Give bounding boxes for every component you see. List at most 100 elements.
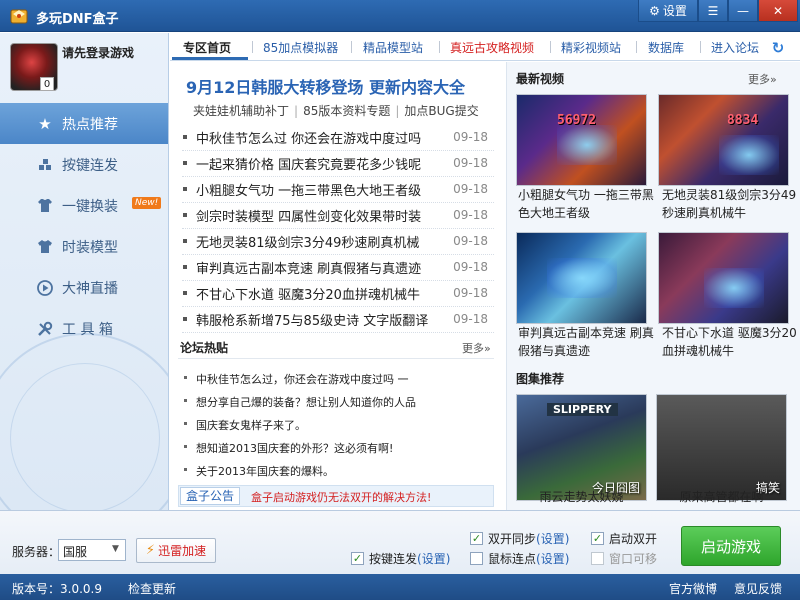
forum-title[interactable]: 想知道2013国庆套的外形？这必须有啊! [196, 440, 393, 456]
video-more-link[interactable]: 更多» [748, 71, 777, 87]
minimize-button[interactable]: — [728, 0, 758, 22]
sublink[interactable]: 夹娃娃机辅助补丁 [193, 104, 289, 118]
news-title[interactable]: 不甘心下水道 驱魔3分20血拼魂机械牛 [196, 284, 420, 303]
active-tab-indicator [172, 57, 248, 60]
weibo-link[interactable]: 官方微博 [669, 580, 717, 597]
tab-forum[interactable]: 进入论坛 [711, 39, 759, 56]
list-item[interactable]: 一起来猜价格 国庆套究竟要花多少钱呢 09-18 [182, 151, 494, 177]
forum-title[interactable]: 关于2013年国庆套的爆料。 [196, 463, 334, 479]
forum-title[interactable]: 想分享自己爆的装备？想让别人知道你的人品 [196, 394, 416, 410]
checkbox-box[interactable]: ✓ [351, 552, 364, 565]
tab-divider [439, 41, 440, 53]
video-thumbnail[interactable]: 56972 [516, 94, 647, 186]
avatar-badge: 0 [40, 77, 54, 91]
feedback-link[interactable]: 意见反馈 [734, 580, 782, 597]
video-thumbnail[interactable] [516, 232, 647, 324]
list-item[interactable]: 中秋佳节怎么过，你还会在游戏中度过吗 一 [182, 368, 494, 391]
list-item[interactable]: 不甘心下水道 驱魔3分20血拼魂机械牛 09-18 [182, 281, 494, 307]
tab-video-site[interactable]: 精彩视频站 [561, 39, 621, 56]
gallery-caption[interactable]: 雨云走势太妖娆 [516, 488, 647, 505]
news-title[interactable]: 小粗腿女气功 一拖三带黑色大地王者级 [196, 180, 421, 199]
list-item[interactable]: 剑宗时装模型 四属性剑变化效果带时装 09-18 [182, 203, 494, 229]
sidebar-item-fashion-model[interactable]: 时装模型 [0, 226, 168, 267]
news-title[interactable]: 韩服枪系新增75与85级史诗 文字版翻译 [196, 310, 428, 329]
forum-section-title: 论坛热贴 [180, 341, 229, 355]
dual-sync-checkbox[interactable]: ✓ 双开同步 (设置) [470, 530, 569, 547]
blocks-icon [36, 156, 54, 174]
launch-dual-checkbox[interactable]: ✓ 启动双开 [591, 530, 657, 547]
checkbox-box[interactable] [470, 552, 483, 565]
gallery-caption[interactable]: 原来高管都在啊 [656, 488, 787, 505]
video-caption[interactable]: 小粗腿女气功 一拖三带黑色大地王者级 [518, 186, 658, 222]
list-item[interactable]: 中秋佳节怎么过 你还会在游戏中度过吗 09-18 [182, 125, 494, 151]
close-button[interactable]: ✕ [758, 0, 798, 22]
effect-glow [719, 135, 779, 175]
news-title[interactable]: 一起来猜价格 国庆套究竟要花多少钱呢 [196, 154, 421, 173]
menu-button[interactable]: ☰ [698, 0, 728, 22]
xunlei-accelerate-button[interactable]: ⚡ 迅雷加速 [136, 538, 216, 563]
settings-link[interactable]: (设置) [536, 530, 569, 547]
tab-home[interactable]: 专区首页 [183, 39, 231, 56]
video-thumbnail[interactable]: 8834 [658, 94, 789, 186]
list-item[interactable]: 审判真远古副本竞速 刷真假猪与真遗迹 09-18 [182, 255, 494, 281]
news-title[interactable]: 中秋佳节怎么过 你还会在游戏中度过吗 [196, 128, 421, 147]
forum-title[interactable]: 国庆套女鬼样子来了。 [196, 417, 306, 433]
video-caption[interactable]: 不甘心下水道 驱魔3分20血拼魂机械牛 [662, 324, 800, 360]
forum-list: 中秋佳节怎么过，你还会在游戏中度过吗 一 想分享自己爆的装备？想让别人知道你的人… [182, 368, 494, 483]
sidebar-item-live[interactable]: 大神直播 [0, 267, 168, 308]
star-icon: ★ [38, 114, 52, 133]
sidebar-item-outfit-swap[interactable]: 一键换装 New! [0, 185, 168, 226]
forum-more-link[interactable]: 更多» [462, 340, 491, 356]
new-badge: New! [132, 197, 162, 209]
video-caption[interactable]: 无地灵装81级剑宗3分49秒速刷真机械牛 [662, 186, 800, 222]
notice-tag[interactable]: 盒子公告 [180, 487, 241, 505]
refresh-icon[interactable]: ↻ [770, 40, 786, 56]
sublink[interactable]: 加点BUG提交 [404, 104, 478, 118]
forum-title[interactable]: 中秋佳节怎么过，你还会在游戏中度过吗 一 [196, 371, 409, 387]
tab-guide-video[interactable]: 真远古攻略视频 [450, 39, 534, 56]
tab-skill-simulator[interactable]: 85加点模拟器 [263, 39, 338, 56]
check-update-link[interactable]: 检查更新 [128, 580, 176, 597]
notice-text[interactable]: 盒子启动游戏仍无法双开的解决方法! [251, 489, 431, 505]
checkbox-box[interactable]: ✓ [470, 532, 483, 545]
tab-database[interactable]: 数据库 [648, 39, 684, 56]
bottom-bar: 服务器： 国服 ▼ ⚡ 迅雷加速 ✓ 双开同步 (设置) ✓ 启动双开 ✓ 按键… [0, 510, 800, 574]
sidebar-item-key-repeat[interactable]: 按键连发 [0, 144, 168, 185]
bullet [184, 422, 187, 425]
headline-sublinks: 夹娃娃机辅助补丁 | 85版本资料专题 | 加点BUG提交 [193, 104, 479, 118]
list-item[interactable]: 无地灵装81级剑宗3分49秒速刷真机械 09-18 [182, 229, 494, 255]
gallery-thumbnail[interactable]: SLIPPERY 今日囧图 [516, 394, 647, 501]
start-game-button[interactable]: 启动游戏 [681, 526, 781, 566]
key-repeat-checkbox[interactable]: ✓ 按键连发 (设置) [351, 550, 450, 567]
list-item[interactable]: 国庆套女鬼样子来了。 [182, 414, 494, 437]
news-title[interactable]: 无地灵装81级剑宗3分49秒速刷真机械 [196, 232, 419, 251]
gallery-thumbnail[interactable]: 搞笑 [656, 394, 787, 501]
video-thumbnail[interactable] [658, 232, 789, 324]
bullet [184, 468, 187, 471]
login-prompt[interactable]: 请先登录游戏 [62, 44, 134, 61]
mouse-click-checkbox[interactable]: 鼠标连点 (设置) [470, 550, 569, 567]
list-item[interactable]: 韩服枪系新增75与85级史诗 文字版翻译 09-18 [182, 307, 494, 333]
settings-button[interactable]: ⚙ 设置 [638, 0, 698, 22]
sublink[interactable]: 85版本资料专题 [303, 104, 390, 118]
news-title[interactable]: 剑宗时装模型 四属性剑变化效果带时装 [196, 206, 421, 225]
chevron-down-icon[interactable]: ▼ [112, 544, 119, 554]
list-item[interactable]: 想分享自己爆的装备？想让别人知道你的人品 [182, 391, 494, 414]
tab-divider [252, 41, 253, 53]
settings-link[interactable]: (设置) [417, 550, 450, 567]
tab-model-site[interactable]: 精品模型站 [363, 39, 423, 56]
bullet [183, 213, 187, 217]
video-caption[interactable]: 审判真远古副本竞速 刷真假猪与真遗迹 [518, 324, 658, 360]
bullet [183, 317, 187, 321]
list-item[interactable]: 关于2013年国庆套的爆料。 [182, 460, 494, 483]
settings-link[interactable]: (设置) [536, 550, 569, 567]
list-item[interactable]: 小粗腿女气功 一拖三带黑色大地王者级 09-18 [182, 177, 494, 203]
app-title: 多玩DNF盒子 [36, 12, 119, 27]
checkbox-box[interactable]: ✓ [591, 532, 604, 545]
sidebar-item-toolbox[interactable]: 工 具 箱 [0, 308, 168, 349]
headline[interactable]: 9月12日韩服大转移登场 更新内容大全 [186, 74, 465, 98]
news-title[interactable]: 审判真远古副本竞速 刷真假猪与真遗迹 [196, 258, 421, 277]
sidebar-item-hot[interactable]: ★ 热点推荐 [0, 103, 168, 144]
list-item[interactable]: 想知道2013国庆套的外形？这必须有啊! [182, 437, 494, 460]
damage-number: 56972 [557, 113, 597, 128]
